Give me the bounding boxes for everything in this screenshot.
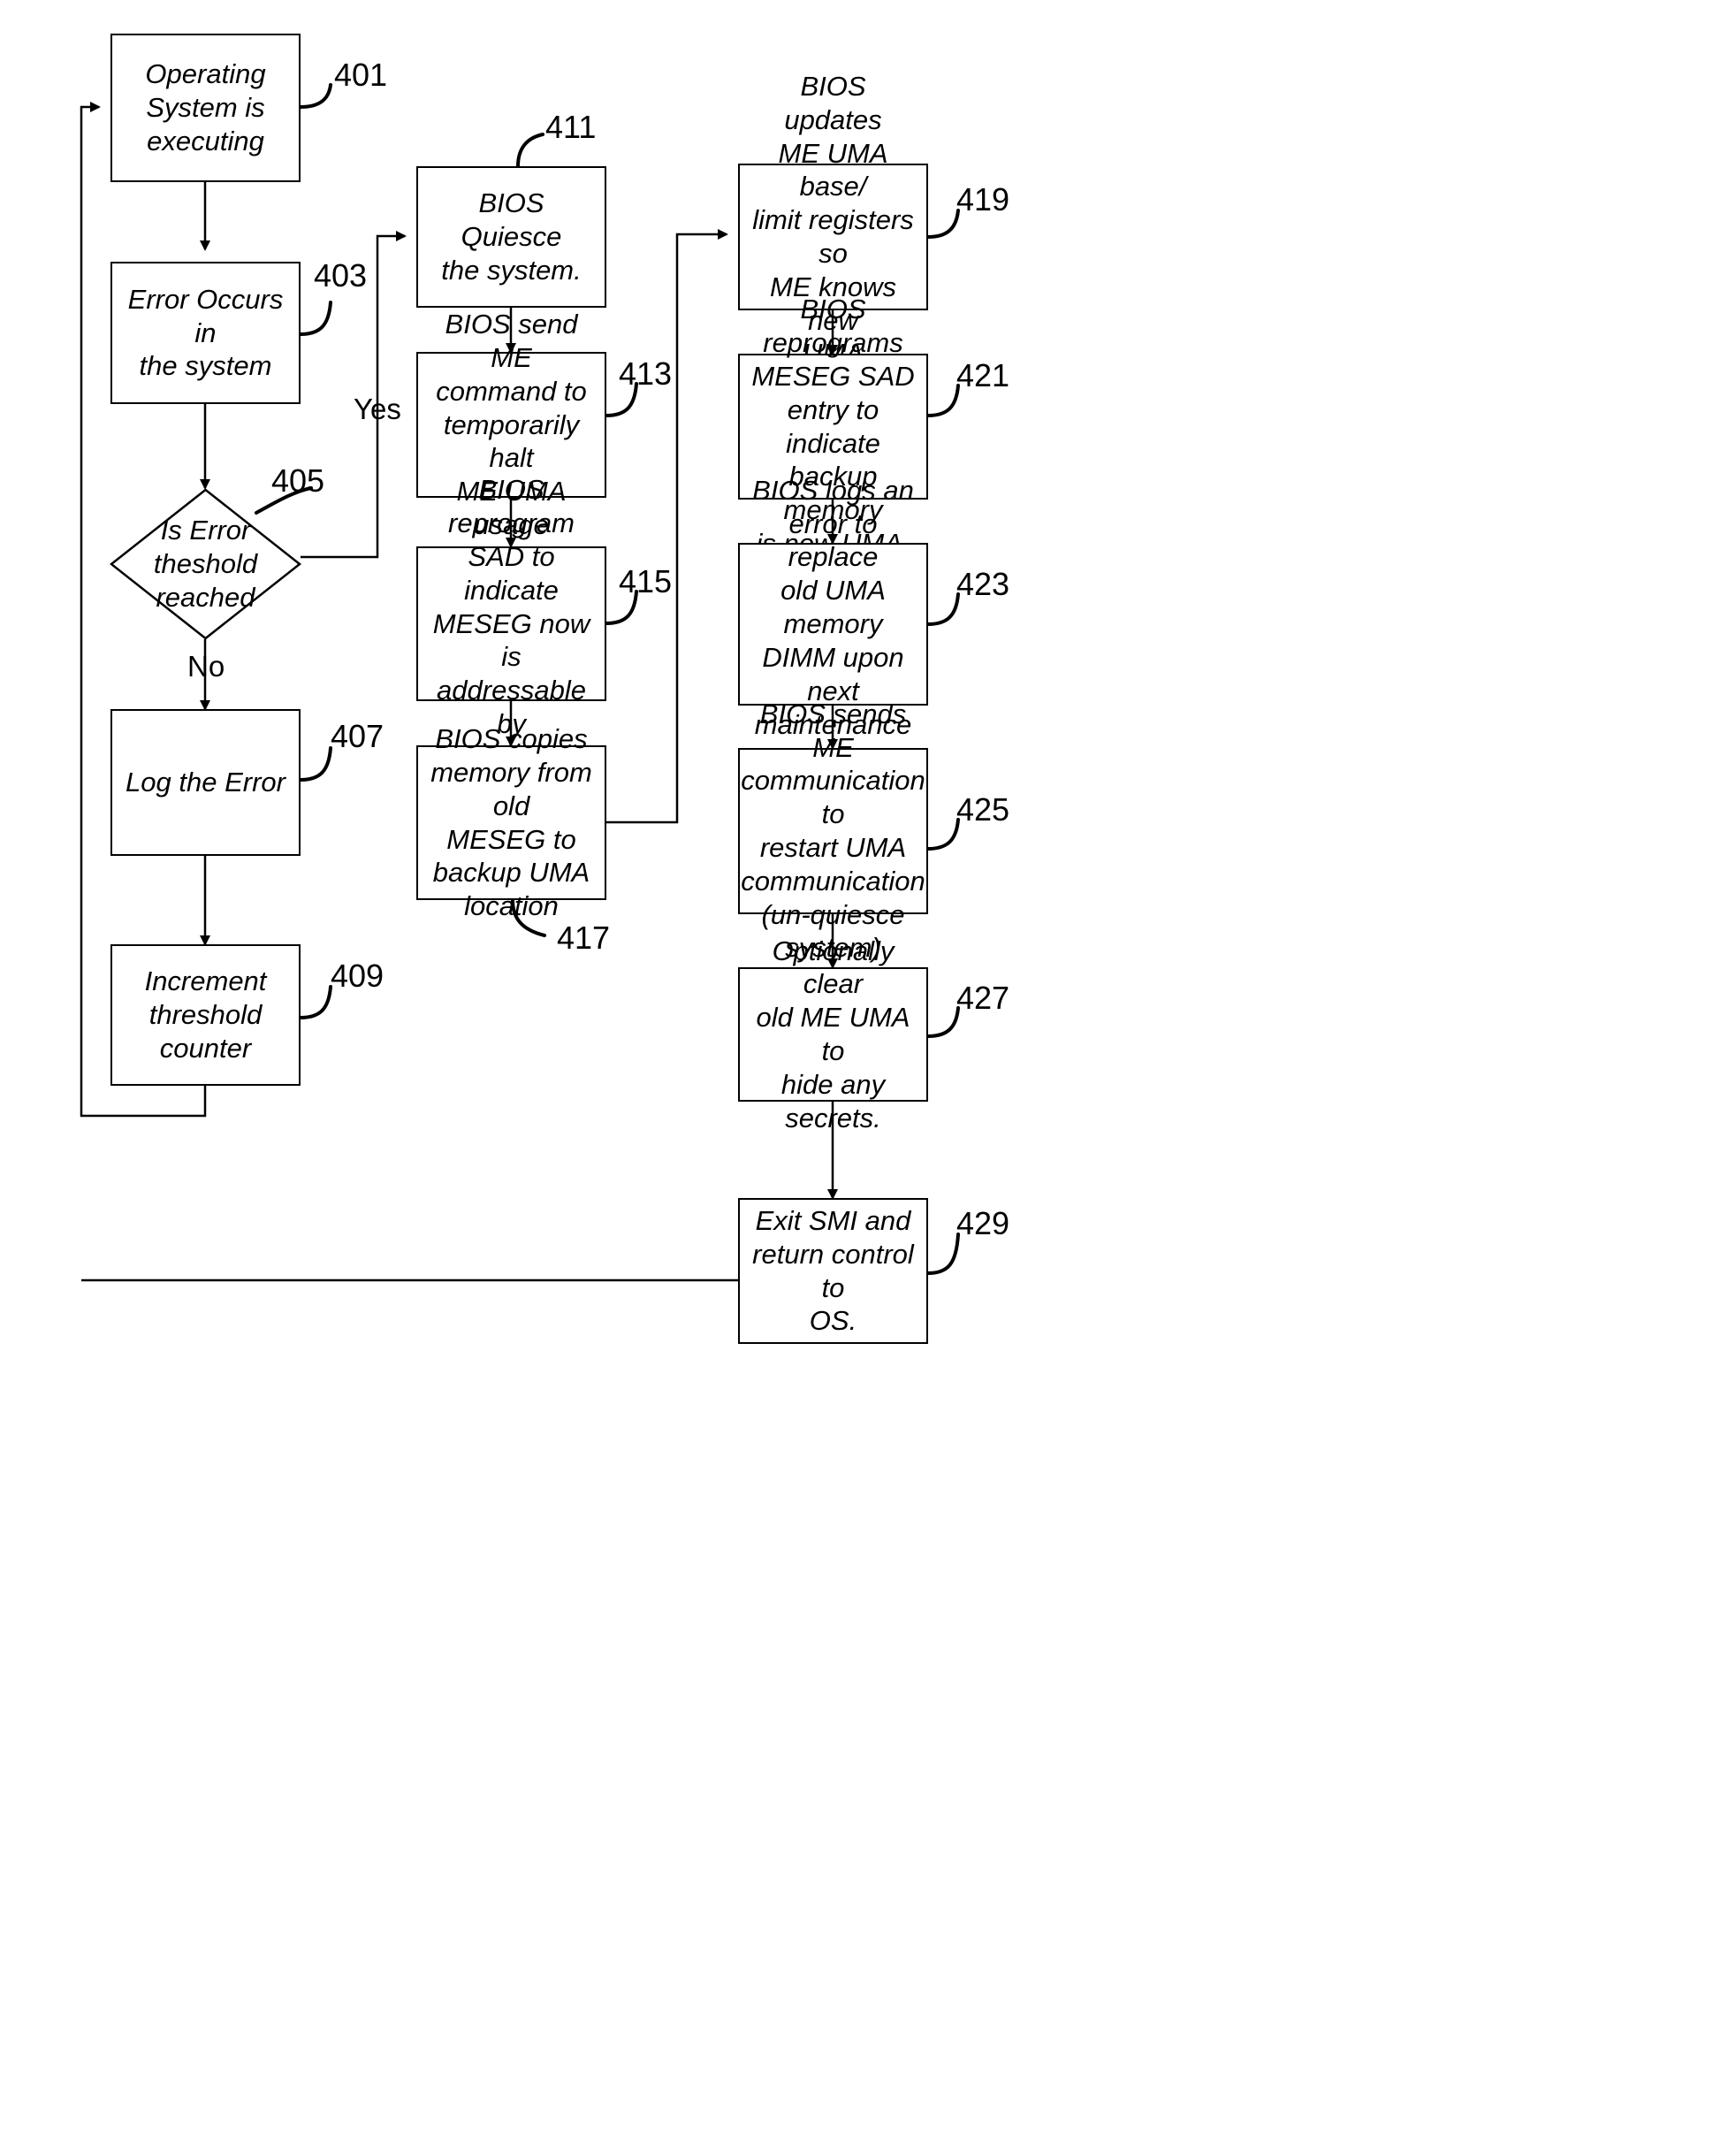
node-409-label: Increment threshold counter (144, 965, 267, 1064)
node-403-error-occurs[interactable]: Error Occurs in the system (110, 262, 301, 404)
node-417-label: BIOS copies memory from old MESEG to bac… (430, 723, 592, 922)
leader-409 (299, 985, 332, 1019)
node-411-bios-quiesce-system[interactable]: BIOS Quiesce the system. (416, 166, 606, 308)
node-427-optionally-clear-old-me-uma[interactable]: Optionally clear old ME UMA to hide any … (738, 935, 928, 1133)
node-423-reference-number: 423 (956, 566, 1010, 602)
node-411-label: BIOS Quiesce the system. (441, 187, 582, 286)
node-413-reference-number: 413 (619, 355, 673, 392)
node-403-label: Error Occurs in the system (127, 283, 284, 382)
node-405-label: Is Error theshold reached (153, 515, 258, 613)
leader-401 (299, 83, 332, 109)
edge-label-no: No (187, 650, 225, 683)
node-429-reference-number: 429 (956, 1205, 1010, 1241)
leader-407 (299, 746, 332, 782)
leader-411 (516, 133, 544, 168)
node-403-reference-number: 403 (314, 257, 368, 294)
node-409-increment-threshold-counter[interactable]: Increment threshold counter (110, 944, 301, 1086)
leader-423 (926, 592, 960, 626)
node-419-reference-number: 419 (956, 181, 1010, 218)
node-411-reference-number: 411 (545, 109, 597, 145)
leader-419 (926, 209, 960, 239)
node-423-bios-logs-error[interactable]: BIOS logs an error to replace old UMA me… (738, 475, 928, 773)
node-401-reference-number: 401 (334, 57, 388, 93)
node-405-reference-number: 405 (271, 462, 325, 499)
node-427-label: Optionally clear old ME UMA to hide any … (756, 935, 910, 1133)
node-425-label: BIOS sends ME communication to restart U… (741, 698, 925, 964)
node-427-reference-number: 427 (956, 980, 1010, 1016)
leader-429 (926, 1233, 960, 1275)
node-425-bios-sends-me-communication[interactable]: BIOS sends ME communication to restart U… (738, 698, 928, 963)
node-425-reference-number: 425 (956, 791, 1010, 828)
node-419-bios-updates-me-uma-registers[interactable]: BIOS updates ME UMA base/ limit register… (738, 71, 928, 402)
node-401-operating-system-executing[interactable]: Operating System is executing (110, 34, 301, 182)
node-415-bios-reprogram-sad[interactable]: BIOS reprogram SAD to indicate MESEG now… (416, 474, 606, 773)
node-407-label: Log the Error (126, 767, 286, 798)
node-415-reference-number: 415 (619, 563, 673, 599)
leader-427 (926, 1006, 960, 1038)
edge-417-419 (606, 229, 728, 824)
node-409-reference-number: 409 (331, 958, 385, 994)
leader-403 (299, 301, 332, 336)
node-429-exit-smi-return-control[interactable]: Exit SMI and return control to OS. (738, 1198, 928, 1344)
node-417-bios-copies-memory[interactable]: BIOS copies memory from old MESEG to bac… (416, 723, 606, 921)
node-429-label: Exit SMI and return control to OS. (752, 1204, 914, 1337)
node-401-label: Operating System is executing (145, 58, 266, 156)
leader-425 (926, 818, 960, 851)
node-407-log-the-error[interactable]: Log the Error (110, 709, 301, 856)
node-417-reference-number: 417 (557, 920, 611, 956)
leader-421 (926, 384, 960, 417)
edge-label-yes: Yes (354, 393, 401, 425)
node-405-is-error-threshold-reached[interactable]: Is Error theshold reached (110, 488, 301, 640)
node-407-reference-number: 407 (331, 718, 385, 754)
flowchart-canvas: Operating System is executing 401 Error … (0, 0, 1736, 2137)
node-421-reference-number: 421 (956, 357, 1010, 393)
